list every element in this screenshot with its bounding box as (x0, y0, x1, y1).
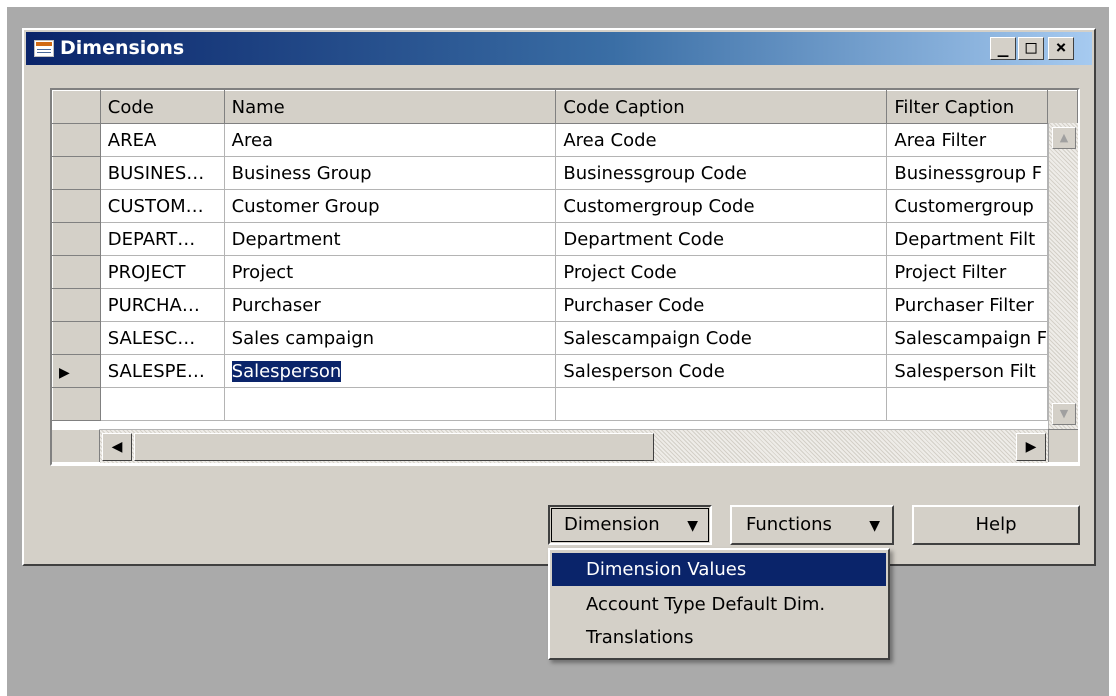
cell-code[interactable]: SALESC… (99, 321, 225, 355)
row-selector[interactable] (52, 387, 101, 421)
minimize-button[interactable]: _ (990, 37, 1016, 60)
cell-code[interactable]: PURCHA… (99, 288, 225, 322)
cell-code[interactable] (99, 387, 225, 421)
cell-filter-caption[interactable]: Purchaser Filter (886, 288, 1049, 322)
header-row: Code Name Code Caption Filter Caption (52, 90, 1078, 124)
cell-name[interactable]: Department (223, 222, 557, 256)
cell-code[interactable]: PROJECT (99, 255, 225, 289)
cell-filter-caption[interactable]: Department Filt (886, 222, 1049, 256)
row-selector-header[interactable] (52, 90, 101, 124)
table-row[interactable]: BUSINES… Business Group Businessgroup Co… (52, 156, 1078, 190)
table-row[interactable]: AREA Area Area Code Area Filter (52, 123, 1078, 157)
scroll-down-icon[interactable]: ▼ (1052, 403, 1076, 425)
cell-code-caption[interactable]: Purchaser Code (555, 288, 888, 322)
cell-code[interactable]: CUSTOM… (99, 189, 225, 223)
table-row[interactable]: SALESC… Sales campaign Salescampaign Cod… (52, 321, 1078, 355)
table-row[interactable]: PURCHA… Purchaser Purchaser Code Purchas… (52, 288, 1078, 322)
horizontal-scrollbar[interactable]: ◀ ▶ (100, 429, 1048, 463)
cell-filter-caption[interactable]: Area Filter (886, 123, 1049, 157)
table-icon (34, 40, 54, 57)
menu-item-dimension-values[interactable]: Dimension Values (552, 553, 886, 586)
menu-item-account-type-default-dim[interactable]: Account Type Default Dim. (552, 588, 886, 621)
dropdown-arrow-icon: ▼ (687, 518, 698, 534)
maximize-button[interactable]: □ (1018, 37, 1044, 60)
column-header-code-caption[interactable]: Code Caption (555, 90, 888, 124)
cell-name[interactable]: Customer Group (223, 189, 557, 223)
scroll-up-icon[interactable]: ▲ (1052, 127, 1076, 149)
dropdown-arrow-icon: ▼ (869, 518, 880, 534)
scrollbar-corner-left (52, 429, 100, 462)
cell-filter-caption[interactable]: Salescampaign F (886, 321, 1049, 355)
row-selector[interactable] (52, 222, 101, 256)
column-header-code[interactable]: Code (99, 90, 225, 124)
cell-code-caption[interactable]: Salesperson Code (555, 354, 888, 388)
cell-code[interactable]: DEPART… (99, 222, 225, 256)
window-title: Dimensions (60, 37, 185, 59)
cell-code-caption[interactable]: Department Code (555, 222, 888, 256)
row-selector[interactable] (52, 321, 101, 355)
scrollbar-corner-right (1048, 429, 1078, 462)
cell-name[interactable]: Area (223, 123, 557, 157)
column-header-filter-caption[interactable]: Filter Caption (886, 90, 1049, 124)
horizontal-scroll-thumb[interactable] (134, 433, 654, 461)
dimension-button-label: Dimension (564, 514, 660, 535)
help-button[interactable]: Help (912, 505, 1080, 545)
current-row-marker-icon: ▶ (59, 364, 70, 381)
row-selector[interactable] (52, 123, 101, 157)
menu-item-translations[interactable]: Translations (552, 621, 886, 654)
selected-text[interactable]: Salesperson (231, 360, 342, 382)
column-header-name[interactable]: Name (223, 90, 557, 124)
row-selector[interactable] (52, 156, 101, 190)
dimension-menu-button[interactable]: Dimension ▼ (548, 505, 712, 545)
cell-code-caption[interactable]: Customergroup Code (555, 189, 888, 223)
cell-name-editing[interactable]: Salesperson (223, 354, 557, 388)
functions-menu-button[interactable]: Functions ▼ (730, 505, 894, 545)
cell-filter-caption[interactable]: Customergroup (886, 189, 1049, 223)
row-selector-current[interactable]: ▶ (52, 354, 101, 388)
table-row[interactable]: DEPART… Department Department Code Depar… (52, 222, 1078, 256)
scroll-left-icon[interactable]: ◀ (102, 433, 132, 461)
row-selector[interactable] (52, 288, 101, 322)
dimension-dropdown-menu: Dimension Values Account Type Default Di… (548, 548, 890, 660)
functions-button-label: Functions (746, 514, 832, 535)
cell-code[interactable]: AREA (99, 123, 225, 157)
cell-filter-caption[interactable]: Project Filter (886, 255, 1049, 289)
cell-name[interactable]: Business Group (223, 156, 557, 190)
dimensions-window: Dimensions _ □ × Code Name Code Caption … (22, 28, 1096, 566)
row-selector[interactable] (52, 255, 101, 289)
cell-code-caption[interactable]: Project Code (555, 255, 888, 289)
cell-code-caption[interactable]: Area Code (555, 123, 888, 157)
cell-name[interactable]: Purchaser (223, 288, 557, 322)
cell-code-caption[interactable] (555, 387, 888, 421)
table-row[interactable]: CUSTOM… Customer Group Customergroup Cod… (52, 189, 1078, 223)
table-row-empty[interactable] (52, 387, 1078, 421)
cell-name[interactable]: Project (223, 255, 557, 289)
cell-code[interactable]: SALESPE… (99, 354, 225, 388)
cell-filter-caption[interactable]: Businessgroup F (886, 156, 1049, 190)
cell-filter-caption[interactable] (886, 387, 1049, 421)
header-corner (1047, 90, 1078, 124)
title-bar[interactable]: Dimensions _ □ × (26, 32, 1092, 65)
close-button[interactable]: × (1048, 37, 1074, 60)
cell-code-caption[interactable]: Salescampaign Code (555, 321, 888, 355)
cell-filter-caption[interactable]: Salesperson Filt (886, 354, 1049, 388)
cell-name[interactable]: Sales campaign (223, 321, 557, 355)
vertical-scrollbar[interactable]: ▲ ▼ (1048, 123, 1078, 429)
cell-name[interactable] (223, 387, 557, 421)
cell-code-caption[interactable]: Businessgroup Code (555, 156, 888, 190)
table-row[interactable]: PROJECT Project Project Code Project Fil… (52, 255, 1078, 289)
help-button-label: Help (975, 514, 1017, 535)
scroll-right-icon[interactable]: ▶ (1016, 433, 1046, 461)
dimensions-table: Code Name Code Caption Filter Caption AR… (52, 90, 1078, 421)
table-row-current[interactable]: ▶ SALESPE… Salesperson Salesperson Code … (52, 354, 1078, 388)
cell-code[interactable]: BUSINES… (99, 156, 225, 190)
row-selector[interactable] (52, 189, 101, 223)
dimensions-grid[interactable]: Code Name Code Caption Filter Caption AR… (50, 88, 1080, 466)
